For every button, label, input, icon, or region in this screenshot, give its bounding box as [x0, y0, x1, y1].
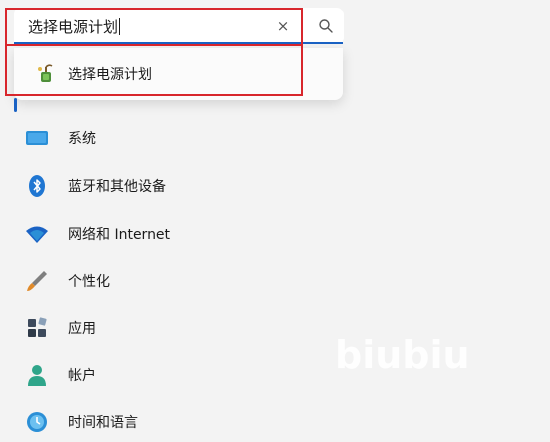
nav-label: 网络和 Internet — [68, 227, 171, 243]
nav-label: 帐户 — [68, 368, 96, 384]
wifi-icon — [26, 226, 48, 243]
nav-item-time-language[interactable]: 时间和语言 — [24, 402, 324, 442]
nav-label: 个性化 — [68, 274, 110, 290]
nav-label: 时间和语言 — [68, 415, 138, 431]
brush-icon — [27, 271, 47, 291]
watermark-text: biubiu — [335, 333, 470, 377]
nav-item-apps[interactable]: 应用 — [24, 308, 324, 348]
nav-selection-indicator — [14, 98, 17, 112]
nav-item-accounts[interactable]: 帐户 — [24, 355, 324, 395]
nav-label: 蓝牙和其他设备 — [68, 179, 166, 195]
nav-label: 应用 — [68, 321, 96, 337]
search-button[interactable] — [308, 10, 344, 42]
nav-label: 系统 — [68, 131, 96, 147]
search-icon — [319, 19, 333, 33]
bluetooth-icon — [29, 175, 45, 197]
account-icon — [28, 365, 46, 386]
nav-item-personalization[interactable]: 个性化 — [24, 261, 324, 301]
system-icon — [26, 131, 48, 145]
nav-item-network[interactable]: 网络和 Internet — [24, 214, 324, 254]
nav-item-bluetooth[interactable]: 蓝牙和其他设备 — [24, 166, 324, 206]
highlight-box — [5, 8, 303, 96]
highlight-divider — [5, 44, 303, 46]
nav-item-system[interactable]: 系统 — [24, 118, 324, 158]
time-language-icon — [27, 412, 47, 432]
apps-icon — [28, 317, 47, 337]
